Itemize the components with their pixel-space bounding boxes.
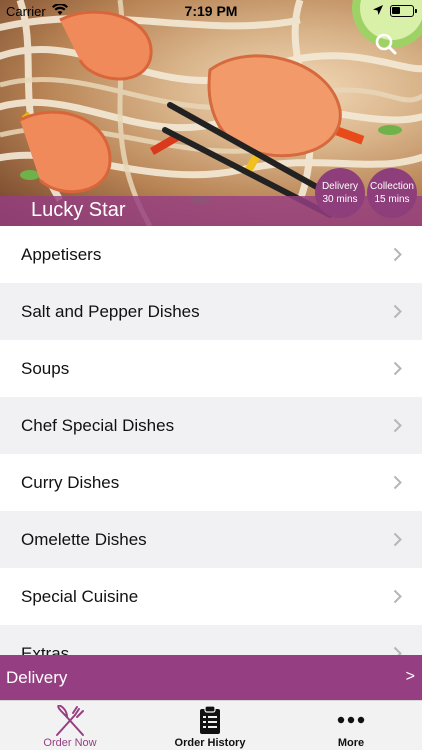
tab-order-now[interactable]: Order Now: [0, 701, 140, 750]
battery-icon: [390, 5, 417, 17]
menu-item-soups[interactable]: Soups: [0, 340, 422, 397]
clipboard-icon: [200, 705, 220, 734]
search-button[interactable]: [374, 32, 398, 56]
delivery-mode-label: Delivery: [6, 668, 68, 687]
tab-more-label: More: [337, 737, 365, 749]
chevron-right-icon: [393, 247, 402, 262]
collection-time-badge: Collection 15 mins: [367, 168, 417, 218]
menu-item-extras[interactable]: Extras: [0, 625, 422, 655]
restaurant-name: Lucky Star: [31, 199, 126, 221]
status-time: 7:19 PM: [184, 3, 238, 19]
menu-item-special-cuisine[interactable]: Special Cuisine: [0, 568, 422, 625]
menu-item-label: Omelette Dishes: [21, 529, 147, 549]
more-dots-icon: [337, 716, 365, 724]
delivery-badge-time: 30 mins: [322, 194, 358, 205]
menu-item-label: Salt and Pepper Dishes: [21, 301, 200, 321]
chevron-right-icon: [393, 532, 402, 547]
menu-item-label: Appetisers: [21, 244, 102, 264]
search-icon: [375, 33, 397, 55]
menu-item-appetisers[interactable]: Appetisers: [0, 226, 422, 283]
menu-item-label: Chef Special Dishes: [21, 415, 175, 435]
delivery-badge-title: Delivery: [321, 181, 359, 192]
chevron-right-icon: [393, 304, 402, 319]
menu-item-label: Curry Dishes: [21, 472, 120, 492]
chevron-right-icon: [393, 361, 402, 376]
tab-order-now-label: Order Now: [43, 737, 97, 749]
menu-item-label: Extras: [21, 643, 70, 656]
chevron-right-icon: [393, 589, 402, 604]
menu-item-label: Soups: [21, 358, 70, 378]
tab-order-history[interactable]: Order History: [140, 701, 280, 750]
delivery-arrow-icon: >: [405, 668, 415, 685]
chevron-right-icon: [393, 646, 402, 655]
menu-category-list: Appetisers Salt and Pepper Dishes Soups …: [0, 226, 422, 655]
fork-knife-icon: [56, 705, 84, 736]
menu-item-omelette[interactable]: Omelette Dishes: [0, 511, 422, 568]
collection-badge-title: Collection: [370, 181, 414, 192]
chevron-right-icon: [393, 475, 402, 490]
menu-item-curry[interactable]: Curry Dishes: [0, 454, 422, 511]
menu-item-chef-special[interactable]: Chef Special Dishes: [0, 397, 422, 454]
location-arrow-icon: [373, 5, 383, 15]
tab-bar: Order Now Order History More: [0, 700, 422, 750]
chevron-right-icon: [393, 418, 402, 433]
collection-badge-time: 15 mins: [374, 194, 410, 205]
menu-item-label: Special Cuisine: [21, 586, 139, 606]
status-bar: Carrier 7:19 PM: [0, 0, 422, 22]
menu-item-salt-and-pepper[interactable]: Salt and Pepper Dishes: [0, 283, 422, 340]
tab-order-history-label: Order History: [174, 737, 246, 749]
tab-more[interactable]: More: [281, 701, 421, 750]
delivery-time-badge: Delivery 30 mins: [315, 168, 365, 218]
delivery-mode-bar[interactable]: Delivery >: [0, 655, 422, 700]
